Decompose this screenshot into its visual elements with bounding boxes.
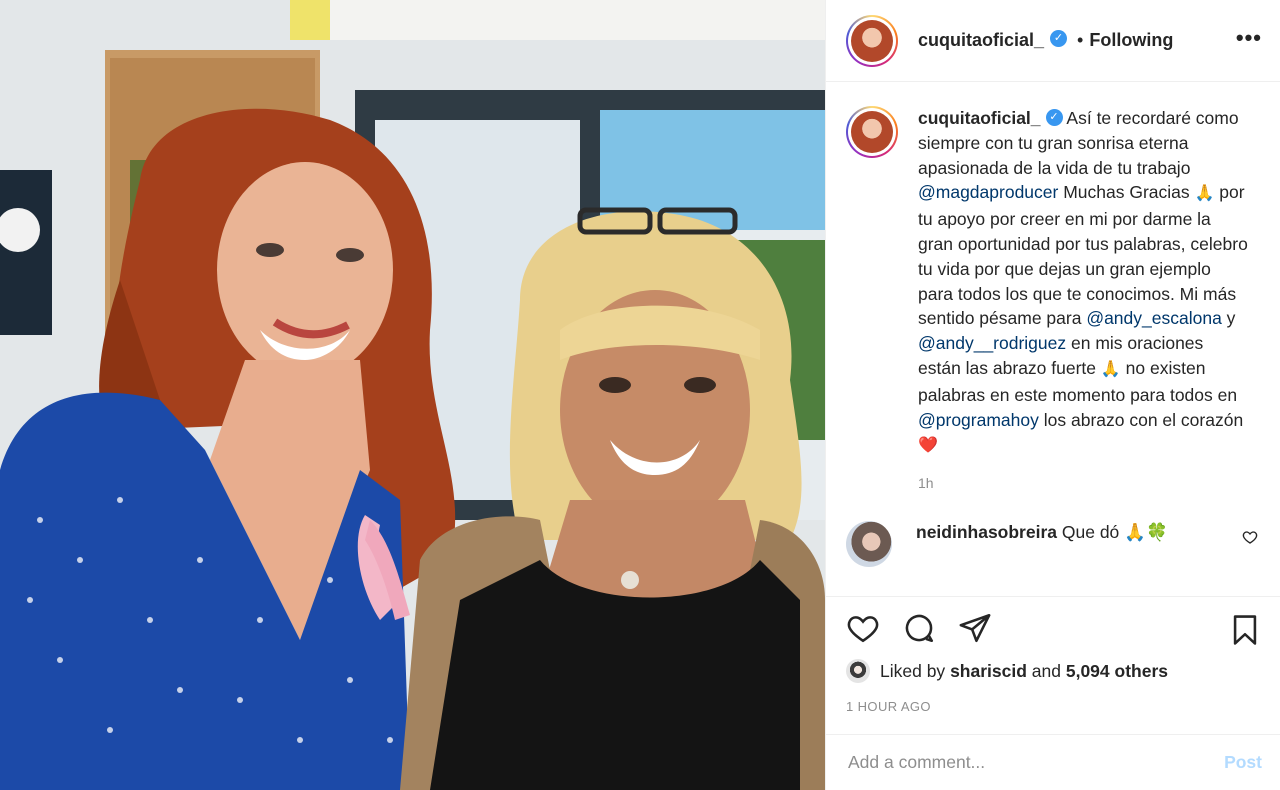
caption: cuquitaoficial_ ✓ Así te recordaré como s… <box>846 106 1280 459</box>
caption-username[interactable]: cuquitaoficial_ <box>918 108 1041 128</box>
author-avatar[interactable] <box>846 14 898 67</box>
comment-like-icon[interactable] <box>1242 529 1258 545</box>
post-photo[interactable] <box>0 0 825 790</box>
mention-link[interactable]: @programahoy <box>918 410 1039 430</box>
mention-link[interactable]: @andy__rodriguez <box>918 333 1066 353</box>
caption-text: cuquitaoficial_ ✓ Así te recordaré como s… <box>918 108 1248 455</box>
verified-badge-icon: ✓ <box>1050 30 1068 47</box>
mention-link[interactable]: @andy_escalona <box>1086 308 1222 328</box>
comment-text: neidinhasobreira Que dó 🙏🍀 <box>916 522 1168 543</box>
heart-icon[interactable] <box>846 611 880 645</box>
red-heart-emoji: ❤️ <box>918 437 938 455</box>
following-button[interactable]: Following <box>1089 30 1173 51</box>
comment-item: neidinhasobreira Que dó 🙏🍀 <box>846 521 1280 568</box>
mention-link[interactable]: @magdaproducer <box>918 182 1058 202</box>
share-icon[interactable] <box>958 611 992 645</box>
verified-badge-icon: ✓ <box>1045 108 1063 126</box>
post-timestamp[interactable]: 1 HOUR AGO <box>846 699 1262 714</box>
author-username[interactable]: cuquitaoficial_ <box>918 30 1044 51</box>
liker-username[interactable]: shariscid <box>950 661 1027 682</box>
commenter-username[interactable]: neidinhasobreira <box>916 522 1057 542</box>
post-actions: Liked by shariscid and 5,094 others 1 HO… <box>826 596 1280 734</box>
author-avatar-image <box>851 19 893 62</box>
photo-illustration <box>0 0 825 790</box>
add-comment-bar: Post <box>826 734 1280 790</box>
header-separator: • <box>1077 30 1084 50</box>
commenter-avatar[interactable] <box>846 521 892 568</box>
comment-icon[interactable] <box>902 611 936 645</box>
caption-time[interactable]: 1h <box>918 475 1280 491</box>
bookmark-icon[interactable] <box>1228 613 1262 647</box>
post-header: cuquitaoficial_ ✓ • Following ••• <box>826 0 1280 82</box>
caption-avatar[interactable] <box>846 106 898 158</box>
more-options-icon[interactable]: ••• <box>1236 27 1262 49</box>
post-side-panel: cuquitaoficial_ ✓ • Following ••• cuquit… <box>825 0 1280 790</box>
caption-avatar-image <box>851 111 893 153</box>
likes-summary: Liked by shariscid and 5,094 others <box>846 659 1262 683</box>
post-comment-button[interactable]: Post <box>1224 752 1262 773</box>
liker-avatar[interactable] <box>846 659 870 683</box>
folded-hands-emoji: 🙏 <box>1194 185 1215 203</box>
folded-hands-emoji: 🙏 <box>1100 360 1121 378</box>
comments-section: cuquitaoficial_ ✓ Así te recordaré como s… <box>826 82 1280 596</box>
comment-input[interactable] <box>848 752 1225 773</box>
comment-emojis: 🙏🍀 <box>1124 522 1168 543</box>
likes-count[interactable]: 5,094 others <box>1066 661 1168 682</box>
